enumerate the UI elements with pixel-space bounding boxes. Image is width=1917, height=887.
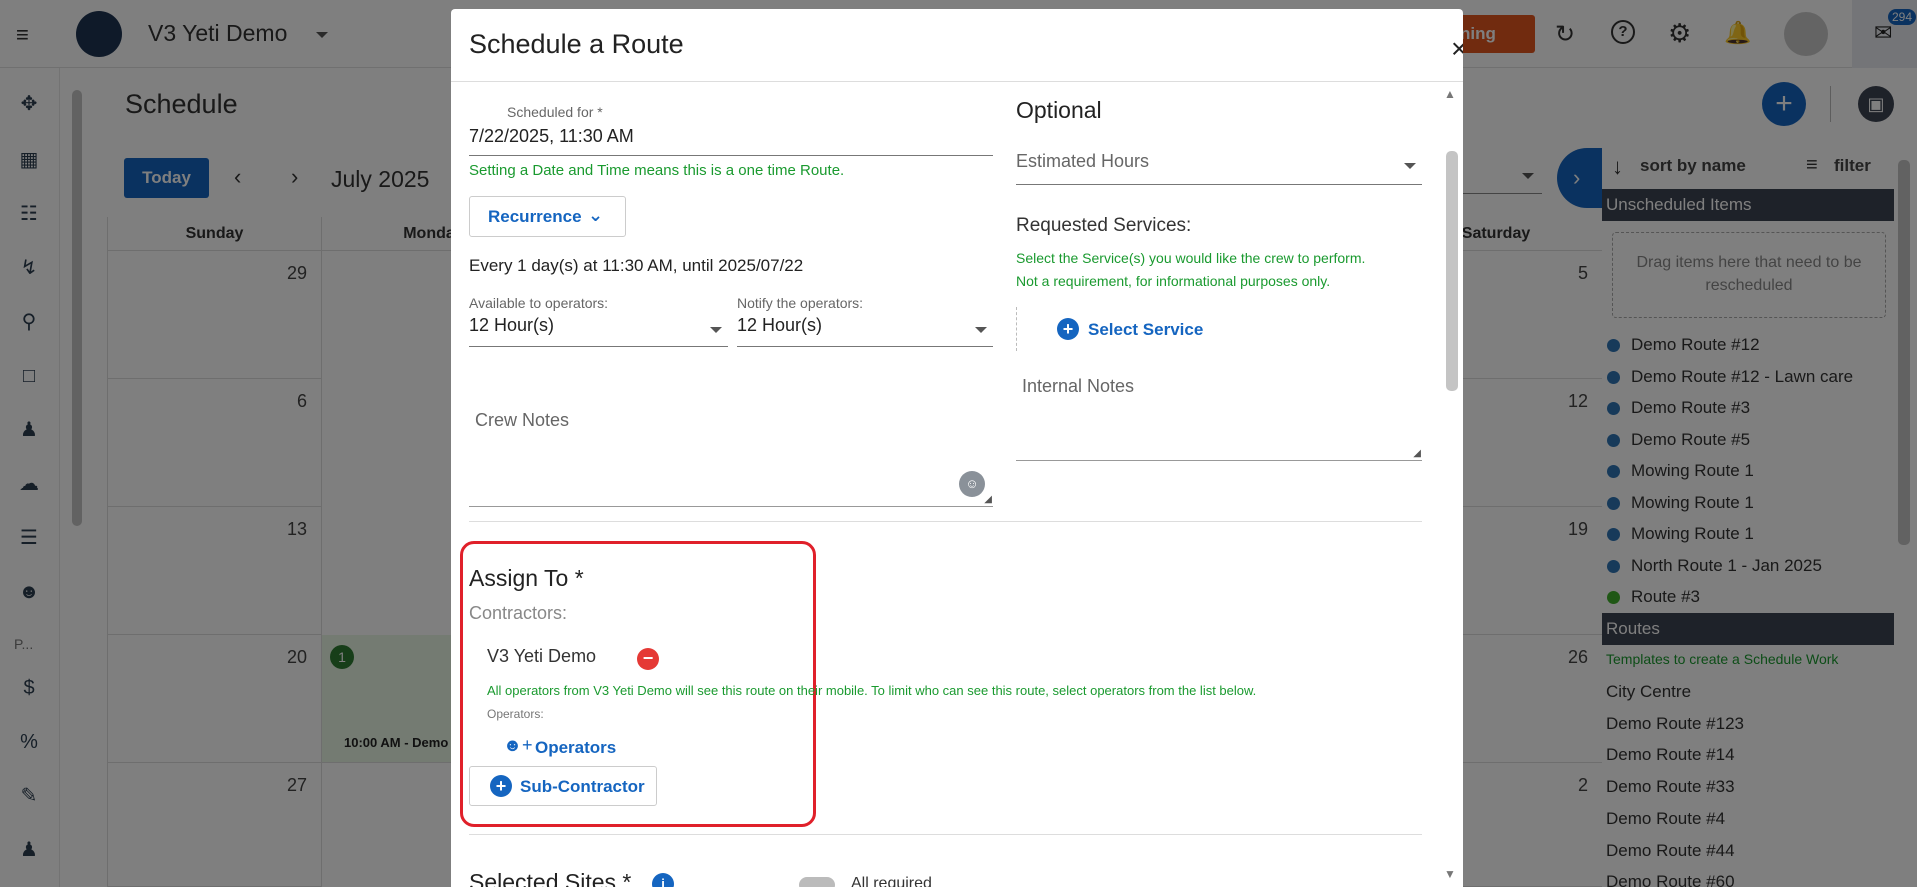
assign-to-title: Assign To * (469, 565, 584, 591)
section-divider (469, 834, 1422, 835)
section-divider (469, 521, 1422, 522)
internal-notes-label: Internal Notes (1022, 376, 1135, 396)
notify-select[interactable]: 12 Hour(s) (737, 315, 993, 347)
notify-value: 12 Hour(s) (737, 315, 823, 335)
chevron-down-icon (710, 327, 722, 333)
select-service-label: Select Service (1088, 320, 1204, 339)
crew-notes-textarea[interactable]: Crew Notes ☺ ◢ (469, 397, 993, 507)
operators-button-label: Operators (535, 738, 617, 757)
plus-circle-icon: + (1057, 318, 1079, 340)
chevron-down-icon: ⌄ (588, 205, 604, 225)
notify-label: Notify the operators: (737, 295, 864, 311)
requested-services-title: Requested Services: (1016, 215, 1192, 236)
one-time-hint: Setting a Date and Time means this is a … (469, 162, 845, 179)
add-users-icon: ☻+ (503, 735, 533, 755)
crew-notes-label: Crew Notes (475, 410, 570, 430)
services-divider (1016, 307, 1017, 351)
sub-contractor-button[interactable]: + Sub-Contractor (469, 766, 657, 806)
close-icon[interactable]: × (1451, 33, 1463, 65)
chevron-down-icon (1404, 163, 1416, 169)
available-value: 12 Hour(s) (469, 315, 555, 335)
recurrence-summary: Every 1 day(s) at 11:30 AM, until 2025/0… (469, 256, 804, 275)
estimated-hours-label: Estimated Hours (1016, 151, 1150, 171)
schedule-route-dialog: Schedule a Route × Scheduled for * 7/22/… (451, 9, 1463, 887)
assistant-bot-icon[interactable]: ☺ (959, 471, 985, 497)
sub-contractor-label: Sub-Contractor (520, 777, 645, 796)
available-select[interactable]: 12 Hour(s) (469, 315, 728, 347)
scheduled-for-label: Scheduled for * (507, 104, 603, 120)
select-service-button[interactable]: + Select Service (1054, 312, 1214, 346)
resize-handle-icon[interactable]: ◢ (1413, 448, 1421, 459)
dialog-header-divider (451, 81, 1463, 82)
services-hint-2: Not a requirement, for informational pur… (1016, 273, 1331, 289)
resize-handle-icon[interactable]: ◢ (984, 494, 992, 505)
internal-notes-textarea[interactable]: Internal Notes ◢ (1016, 363, 1422, 461)
recurrence-label: Recurrence (488, 207, 582, 226)
all-required-label: All required (851, 875, 932, 887)
scheduled-for-value: 7/22/2025, 11:30 AM (469, 126, 634, 146)
scroll-up-icon[interactable]: ▲ (1444, 87, 1456, 101)
scheduled-for-input[interactable]: 7/22/2025, 11:30 AM (469, 126, 993, 156)
estimated-hours-select[interactable]: Estimated Hours (1016, 151, 1422, 185)
selected-sites-label: Selected Sites * (469, 869, 632, 887)
dialog-scrollbar[interactable] (1446, 151, 1458, 391)
optional-title: Optional (1016, 97, 1102, 123)
remove-contractor-icon[interactable]: − (637, 648, 659, 670)
info-icon[interactable]: i (652, 873, 674, 887)
dialog-title: Schedule a Route (469, 29, 684, 59)
contractors-label: Contractors: (469, 603, 568, 623)
services-hint-1: Select the Service(s) you would like the… (1016, 250, 1366, 266)
recurrence-button[interactable]: Recurrence ⌄ (469, 196, 626, 237)
operators-label: Operators: (487, 707, 544, 721)
scroll-down-icon[interactable]: ▼ (1444, 867, 1456, 881)
all-required-toggle[interactable] (799, 877, 835, 887)
chevron-down-icon (975, 327, 987, 333)
contractor-name: V3 Yeti Demo (487, 646, 597, 666)
operators-button[interactable]: ☻+ Operators (503, 733, 633, 763)
plus-circle-icon: + (490, 775, 512, 797)
operators-hint: All operators from V3 Yeti Demo will see… (487, 683, 1257, 698)
available-label: Available to operators: (469, 295, 609, 311)
